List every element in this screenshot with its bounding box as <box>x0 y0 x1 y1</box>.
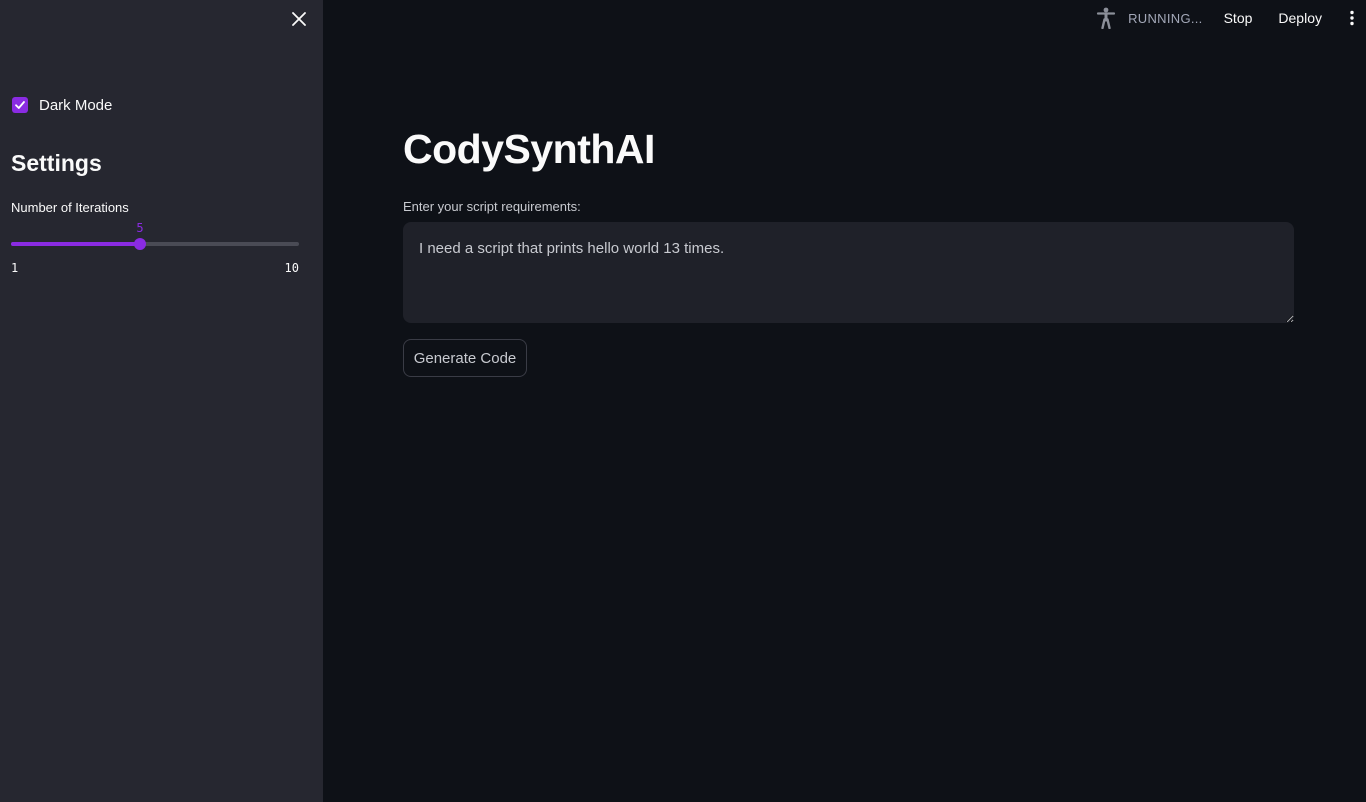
vertical-ellipsis-icon <box>1350 10 1354 26</box>
page-title: CodySynthAI <box>403 126 655 172</box>
script-requirements-label: Enter your script requirements: <box>403 199 581 214</box>
iterations-slider[interactable]: 5 1 10 <box>11 221 299 275</box>
sidebar: Dark Mode Settings Number of Iterations … <box>0 0 323 802</box>
script-requirements-input[interactable] <box>403 222 1294 323</box>
slider-thumb[interactable] <box>133 238 146 250</box>
dark-mode-checkbox[interactable]: Dark Mode <box>12 94 112 116</box>
stop-button[interactable]: Stop <box>1224 10 1253 26</box>
running-status: RUNNING... <box>1128 10 1203 26</box>
checkbox-checked-icon[interactable] <box>12 97 28 113</box>
close-icon <box>292 12 306 26</box>
top-toolbar: RUNNING... Stop Deploy <box>1096 0 1366 36</box>
slider-min-value: 1 <box>11 261 19 275</box>
slider-fill <box>11 242 140 246</box>
iterations-slider-label: Number of Iterations <box>11 200 129 215</box>
running-person-icon <box>1096 7 1116 29</box>
close-sidebar-button[interactable] <box>287 7 311 31</box>
slider-track[interactable] <box>11 242 299 246</box>
deploy-button[interactable]: Deploy <box>1278 10 1322 26</box>
main-menu-button[interactable] <box>1340 6 1364 30</box>
generate-code-button[interactable]: Generate Code <box>403 339 527 377</box>
slider-current-value: 5 <box>136 221 144 235</box>
slider-max-value: 10 <box>284 261 299 275</box>
dark-mode-label: Dark Mode <box>39 96 113 114</box>
settings-heading: Settings <box>11 150 102 176</box>
